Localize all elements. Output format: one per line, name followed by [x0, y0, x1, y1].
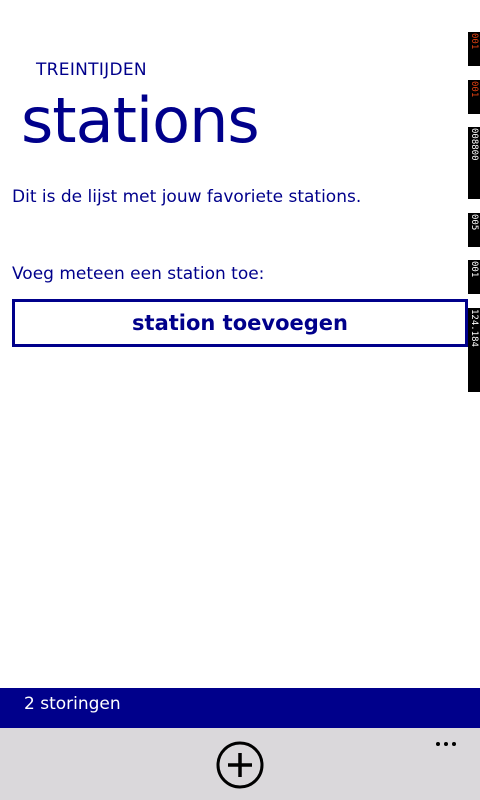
- dot: [436, 742, 440, 746]
- debug-counter: 124.184: [468, 308, 480, 392]
- page-title: stations: [21, 84, 260, 157]
- dot: [444, 742, 448, 746]
- debug-counter: 005: [468, 213, 480, 247]
- debug-counter: 001: [468, 32, 480, 66]
- debug-counter: 001: [468, 260, 480, 294]
- add-station-button[interactable]: station toevoegen: [12, 299, 468, 347]
- plus-circle-icon[interactable]: [216, 741, 264, 789]
- more-dots-icon[interactable]: [424, 730, 468, 758]
- debug-counter-strip: 001 001 008800 005 001 124.184: [468, 30, 480, 392]
- debug-counter: 001: [468, 80, 480, 114]
- dot: [452, 742, 456, 746]
- intro-text: Dit is de lijst met jouw favoriete stati…: [12, 187, 362, 207]
- debug-counter: 008800: [468, 127, 480, 199]
- disruptions-bar[interactable]: 2 storingen: [0, 688, 480, 728]
- app-title: TREINTIJDEN: [36, 60, 147, 80]
- add-station-prompt: Voeg meteen een station toe:: [12, 264, 265, 284]
- application-bar: [0, 728, 480, 800]
